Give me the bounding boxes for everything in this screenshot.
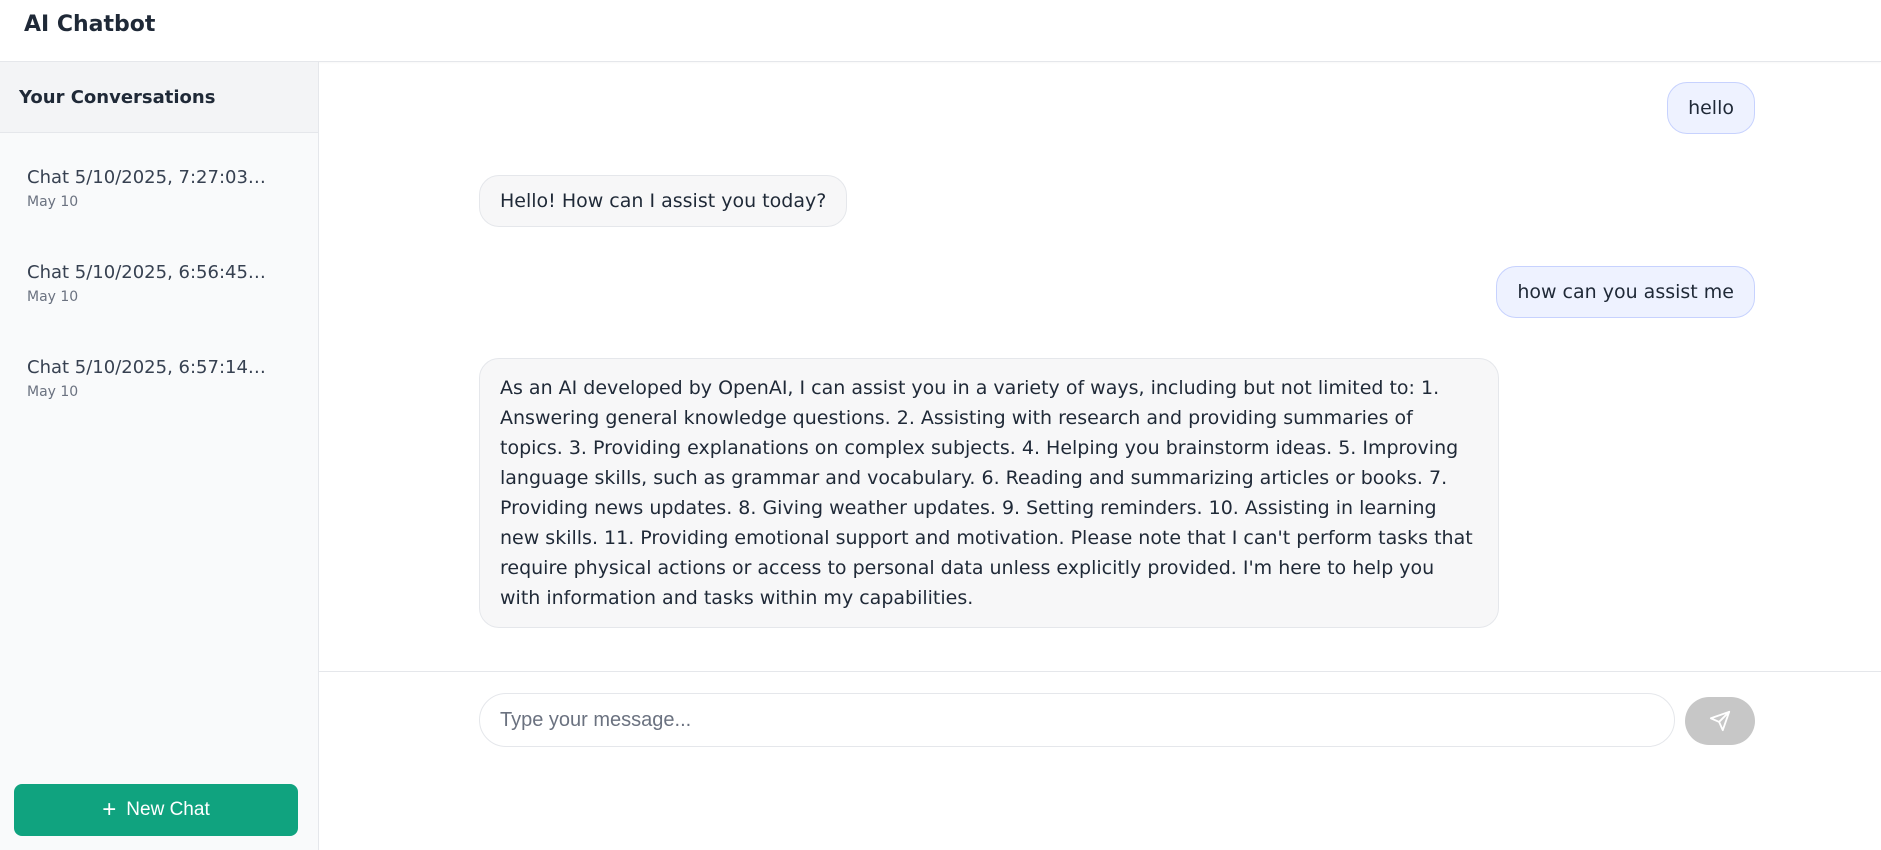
send-button[interactable]	[1685, 697, 1755, 745]
top-bar: AI Chatbot	[0, 0, 1881, 62]
conversation-title: Chat 5/10/2025, 6:56:45 P...	[27, 262, 267, 283]
plus-icon: +	[102, 796, 117, 823]
send-icon	[1709, 710, 1731, 732]
chat-main: hello Hello! How can I assist you today?…	[319, 62, 1881, 850]
conversation-item[interactable]: Chat 5/10/2025, 6:56:45 P... May 10	[0, 250, 318, 345]
user-message: hello	[1667, 82, 1755, 134]
conversation-item[interactable]: Chat 5/10/2025, 6:57:14 P... May 10	[0, 345, 318, 440]
composer	[319, 672, 1881, 812]
app-body: Your Conversations Chat 5/10/2025, 7:27:…	[0, 62, 1881, 850]
app-root: AI Chatbot Your Conversations Chat 5/10/…	[0, 0, 1881, 850]
assistant-message: As an AI developed by OpenAI, I can assi…	[479, 358, 1499, 628]
assistant-message: Hello! How can I assist you today?	[479, 175, 848, 227]
conversation-date: May 10	[27, 289, 79, 305]
conversation-date: May 10	[27, 194, 79, 210]
sidebar: Your Conversations Chat 5/10/2025, 7:27:…	[0, 62, 319, 850]
conversation-title: Chat 5/10/2025, 7:27:03 P...	[27, 167, 267, 188]
new-chat-label: New Chat	[126, 799, 210, 820]
app-title: AI Chatbot	[24, 12, 156, 37]
sidebar-heading: Your Conversations	[0, 62, 318, 133]
conversation-title: Chat 5/10/2025, 6:57:14 P...	[27, 357, 267, 378]
user-message: how can you assist me	[1496, 266, 1755, 318]
message-list: hello Hello! How can I assist you today?…	[319, 62, 1881, 672]
conversation-list: Chat 5/10/2025, 7:27:03 P... May 10 Chat…	[0, 133, 318, 440]
new-chat-button[interactable]: + New Chat	[14, 784, 298, 836]
conversation-item[interactable]: Chat 5/10/2025, 7:27:03 P... May 10	[0, 155, 318, 250]
conversation-date: May 10	[27, 384, 79, 400]
message-input[interactable]	[479, 693, 1675, 747]
